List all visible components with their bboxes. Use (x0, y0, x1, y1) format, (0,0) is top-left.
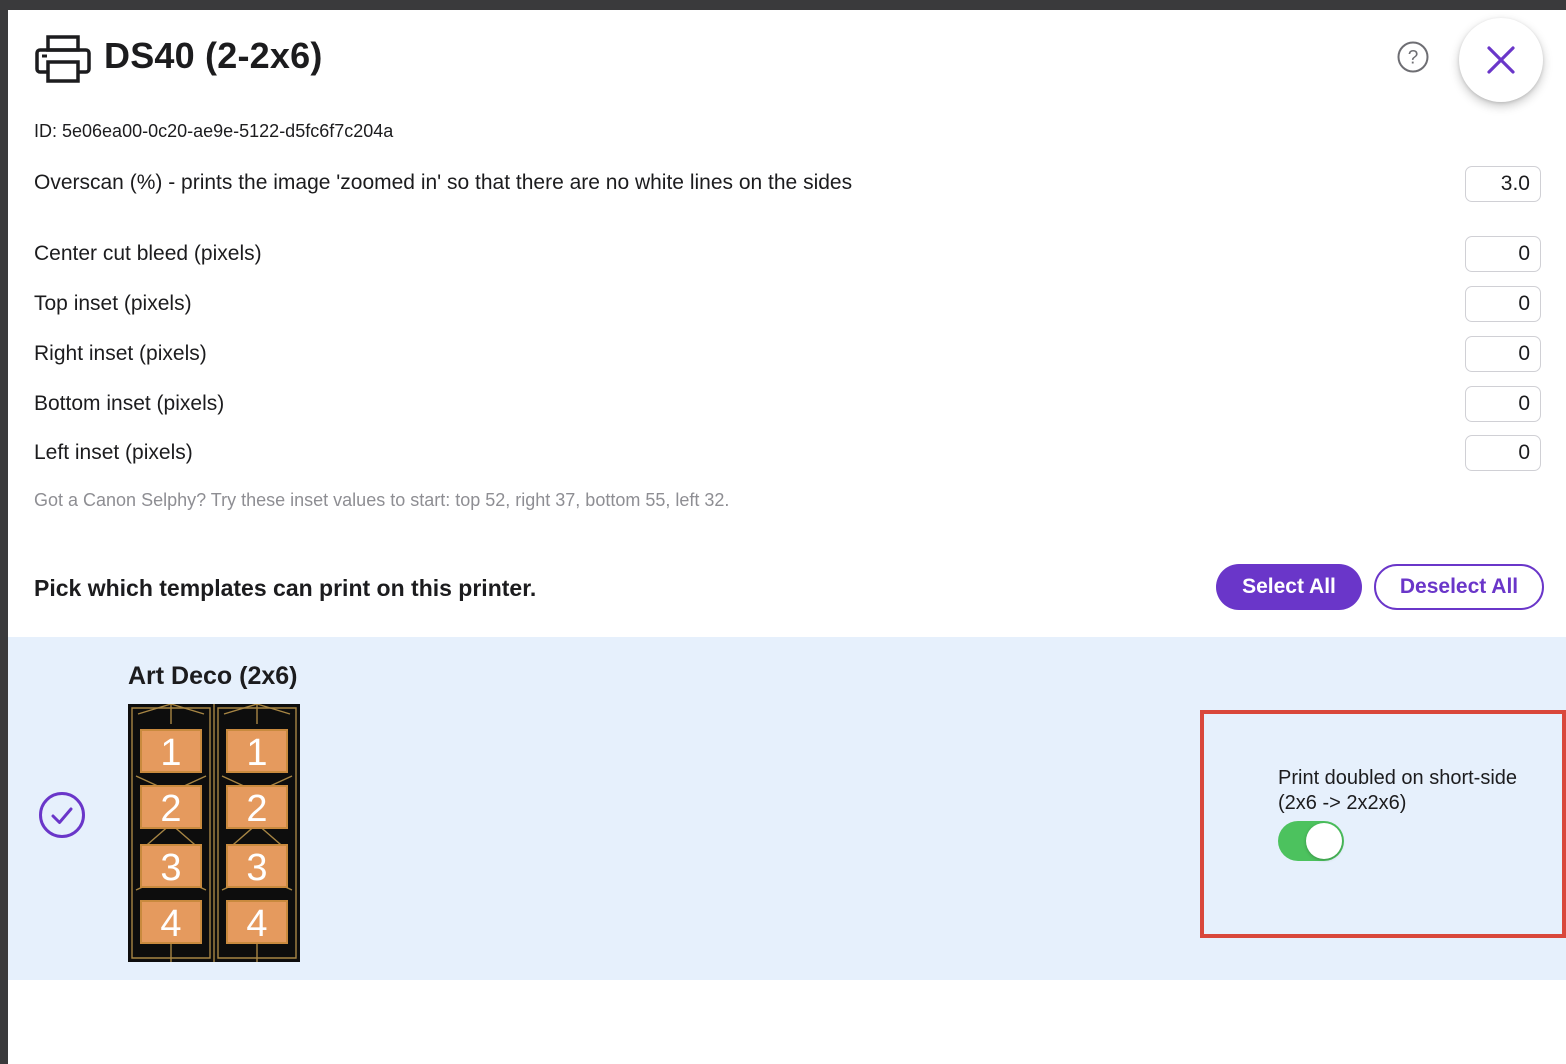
checkmark-circle-icon[interactable] (38, 791, 86, 839)
templates-heading: Pick which templates can print on this p… (34, 575, 537, 601)
thumbnail-number: 2 (160, 788, 181, 830)
thumbnail-number: 3 (160, 847, 181, 889)
printer-id: ID: 5e06ea00-0c20-ae9e-5122-d5fc6f7c204a (34, 121, 394, 141)
printer-settings-dialog: DS40 (2-2x6) ? ID: 5e06ea00-0c20-ae9e-51… (8, 10, 1566, 1064)
window-left-edge (0, 0, 8, 1064)
thumbnail-number: 1 (160, 732, 181, 774)
bottom-inset-label: Bottom inset (pixels) (34, 392, 225, 415)
window-top-edge (0, 0, 1566, 10)
thumbnail-number: 4 (246, 903, 267, 945)
print-doubled-label: Print doubled on short-side (2x6 -> 2x2x… (1278, 767, 1518, 814)
top-inset-label: Top inset (pixels) (34, 292, 192, 315)
close-x-icon (1487, 46, 1515, 74)
left-inset-input[interactable] (1465, 435, 1541, 471)
template-thumbnail: 1 1 2 2 3 3 4 4 (128, 704, 300, 962)
template-row[interactable]: Art Deco (2x6) 1 1 2 2 3 3 4 4 Print dou… (8, 637, 1566, 980)
svg-text:?: ? (1408, 48, 1419, 69)
center-cut-bleed-input[interactable] (1465, 236, 1541, 272)
center-cut-bleed-label: Center cut bleed (pixels) (34, 242, 262, 265)
right-inset-label: Right inset (pixels) (34, 342, 207, 365)
right-inset-input[interactable] (1465, 336, 1541, 372)
close-button[interactable] (1459, 18, 1543, 102)
toggle-knob (1306, 823, 1342, 859)
thumbnail-number: 1 (246, 732, 267, 774)
highlight-box (1200, 710, 1566, 938)
print-doubled-toggle[interactable] (1278, 821, 1344, 861)
dialog-title: DS40 (2-2x6) (104, 35, 323, 76)
help-circle-icon[interactable]: ? (1396, 40, 1430, 74)
thumbnail-number: 4 (160, 903, 181, 945)
left-inset-label: Left inset (pixels) (34, 441, 193, 464)
printer-icon (35, 35, 91, 83)
deselect-all-button[interactable]: Deselect All (1374, 564, 1544, 610)
overscan-label: Overscan (%) - prints the image 'zoomed … (34, 171, 853, 194)
thumbnail-number: 2 (246, 788, 267, 830)
select-all-button[interactable]: Select All (1216, 564, 1362, 610)
canon-selphy-hint: Got a Canon Selphy? Try these inset valu… (34, 490, 730, 510)
overscan-input[interactable] (1465, 166, 1541, 202)
thumbnail-number: 3 (246, 847, 267, 889)
top-inset-input[interactable] (1465, 286, 1541, 322)
bottom-inset-input[interactable] (1465, 386, 1541, 422)
template-name: Art Deco (2x6) (128, 662, 298, 690)
